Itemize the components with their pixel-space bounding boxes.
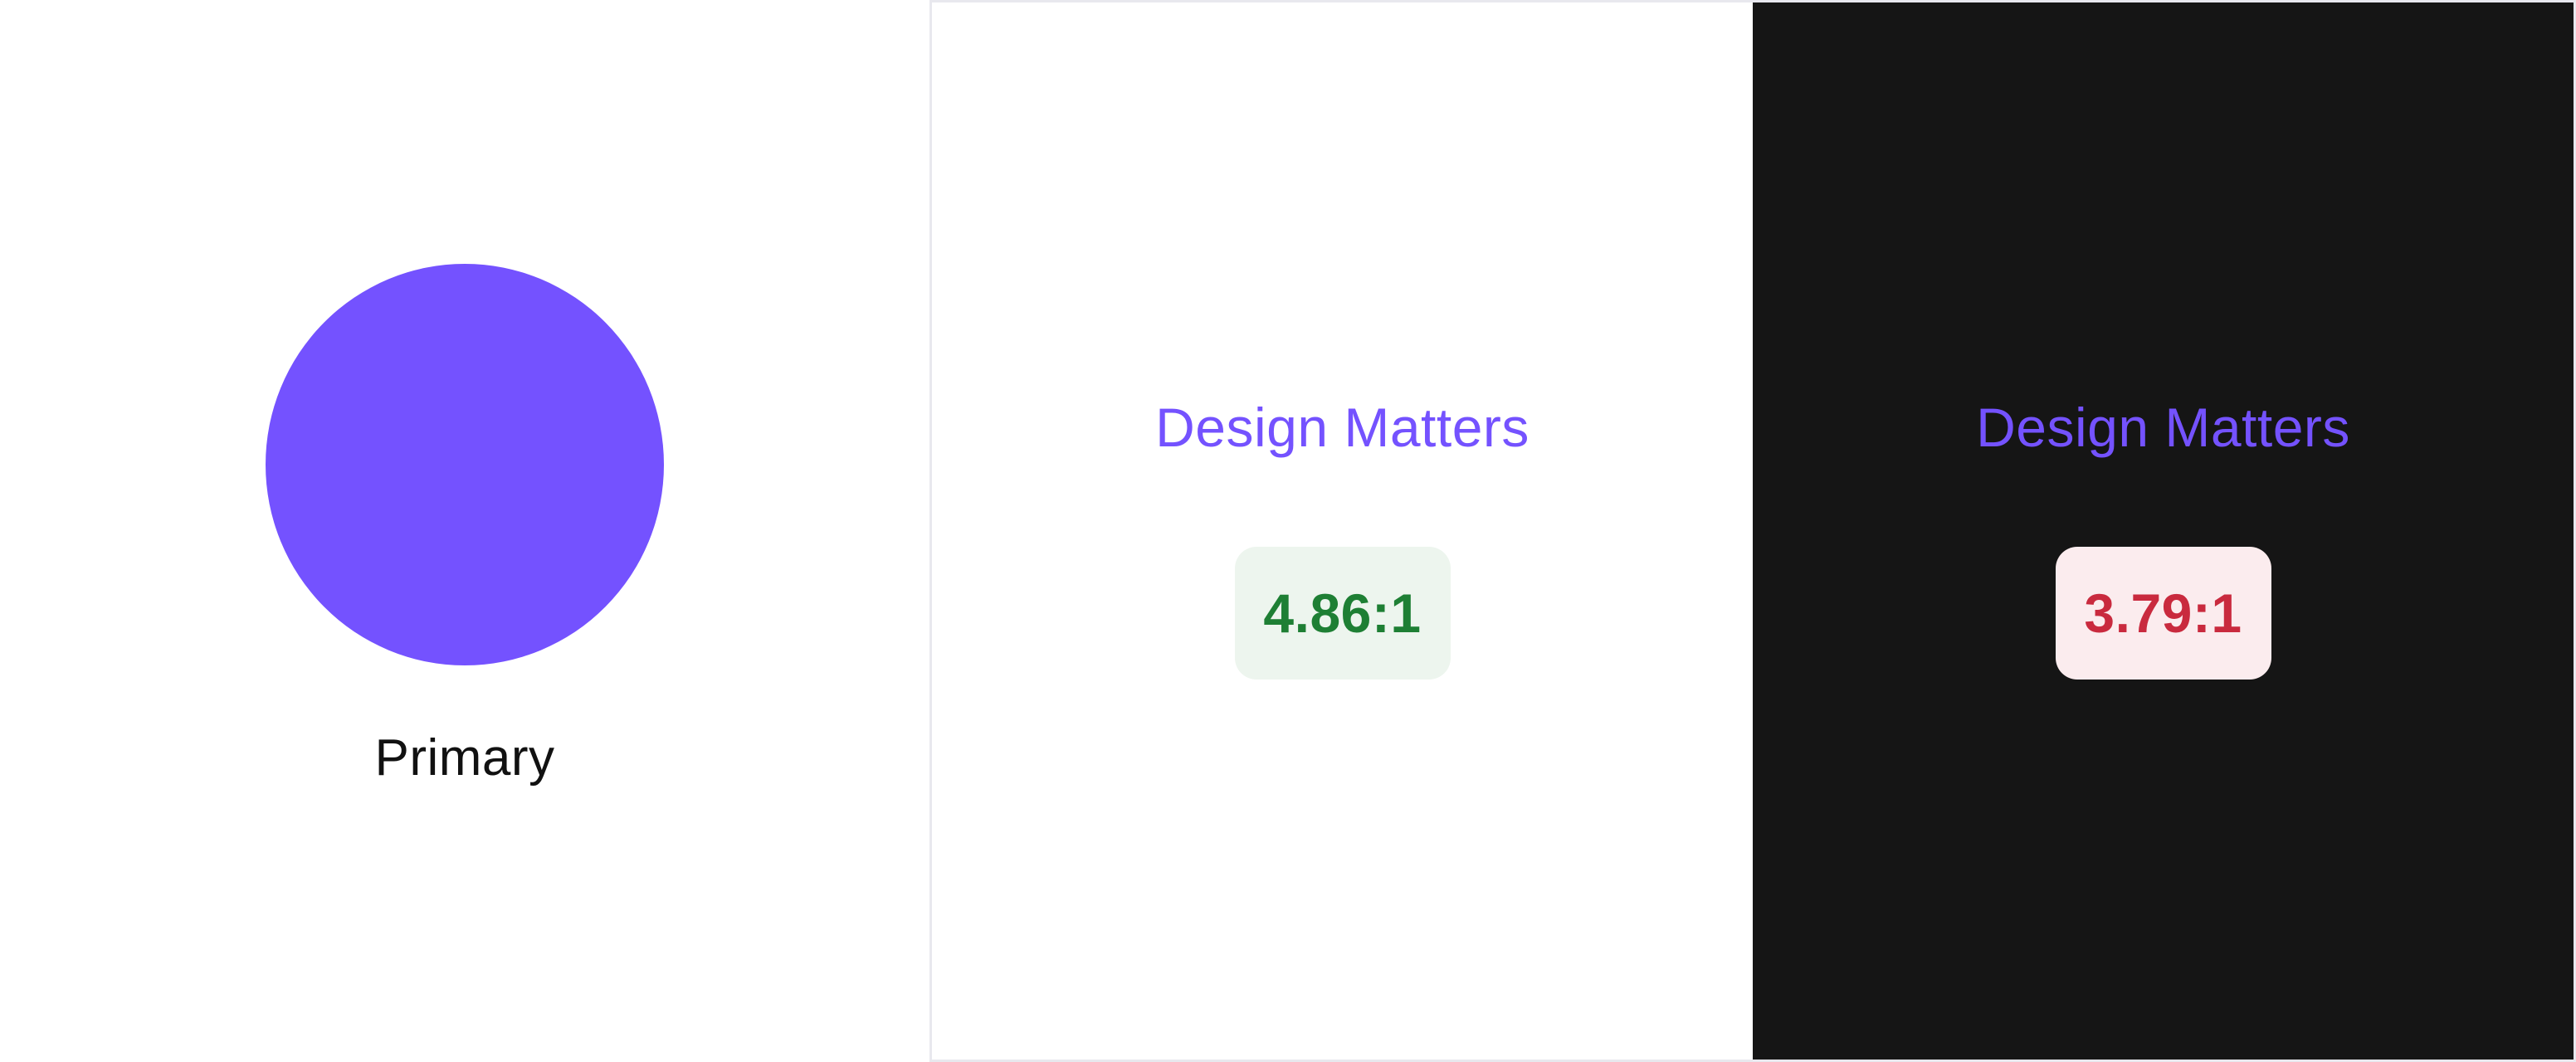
sample-text-light: Design Matters — [1155, 397, 1530, 458]
light-background-preview: Design Matters 4.86:1 — [932, 2, 1753, 1060]
contrast-ratio-badge-light: 4.86:1 — [1234, 547, 1451, 680]
contrast-preview-panel: Design Matters 4.86:1 Design Matters 3.7… — [929, 0, 2576, 1062]
color-swatch-circle[interactable] — [266, 264, 664, 665]
contrast-ratio-badge-dark: 3.79:1 — [2055, 547, 2271, 680]
color-swatch-panel: Primary — [0, 0, 929, 1062]
dark-background-preview: Design Matters 3.79:1 — [1753, 2, 2574, 1060]
sample-text-dark: Design Matters — [1976, 397, 2350, 458]
swatch-label: Primary — [374, 729, 555, 787]
